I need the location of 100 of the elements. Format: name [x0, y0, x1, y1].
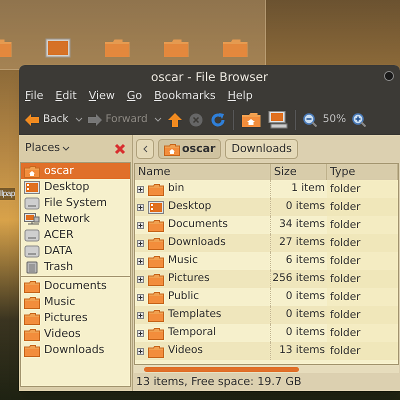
home-folder-icon	[24, 164, 40, 178]
home-folder-icon[interactable]	[240, 112, 261, 128]
zoom-out-icon[interactable]	[302, 113, 317, 127]
dropdown-caret-icon	[62, 146, 70, 152]
file-size: 1 item	[290, 181, 326, 196]
file-name: Desktop	[168, 199, 212, 214]
sidebar-item[interactable]: DATA	[21, 243, 130, 259]
dropdown-caret-icon	[154, 117, 162, 123]
file-name: Templates	[168, 307, 222, 322]
folder-icon	[148, 182, 164, 196]
file-size: 27 items	[278, 235, 326, 250]
close-icon[interactable]	[384, 71, 394, 81]
network-icon	[24, 212, 40, 226]
file-type: folder	[327, 324, 398, 342]
dropdown-caret-icon	[74, 117, 82, 123]
drive-icon	[24, 228, 40, 242]
folder-icon	[148, 272, 164, 286]
menu-item[interactable]: Go	[126, 88, 142, 105]
sidebar-item[interactable]: Trash	[21, 259, 130, 275]
file-size: 13 items	[278, 343, 326, 358]
sidebar-item[interactable]: ACER	[21, 227, 130, 243]
expander-icon[interactable]	[137, 204, 144, 210]
file-name: Documents	[168, 217, 228, 232]
sidebar-item[interactable]: Music	[21, 294, 130, 310]
file-size: 6 items	[284, 253, 326, 268]
folder-icon	[24, 296, 40, 308]
sidebar-item[interactable]: Documents	[21, 278, 130, 294]
folder-icon	[148, 254, 164, 268]
file-name: Downloads	[168, 235, 226, 250]
left-chevron-icon	[142, 145, 148, 153]
close-icon[interactable]	[114, 142, 126, 154]
path-button[interactable]: Downloads	[225, 139, 298, 159]
zoom-in-icon[interactable]	[352, 113, 366, 127]
expander-icon[interactable]	[137, 330, 144, 336]
folder-icon	[148, 308, 164, 322]
file-size: 0 items	[284, 325, 326, 340]
folder-icon	[222, 38, 248, 58]
folder-icon	[148, 218, 164, 232]
file-name: Pictures	[168, 271, 210, 286]
zoom-level: 50%	[322, 112, 348, 128]
expander-icon[interactable]	[137, 294, 144, 300]
home-folder-icon	[164, 142, 180, 156]
folder-icon	[163, 38, 189, 58]
file-size: 0 items	[284, 199, 326, 214]
back-arrow-icon	[25, 114, 39, 126]
file-name: Temporal	[168, 325, 216, 340]
file-size: 0 items	[284, 307, 326, 322]
folder-icon	[24, 280, 40, 292]
drive-icon	[24, 244, 40, 258]
path-button[interactable]: oscar	[158, 139, 222, 159]
horizontal-scrollbar[interactable]	[134, 365, 399, 373]
expander-icon[interactable]	[137, 312, 144, 318]
desktop-icon	[45, 38, 71, 58]
file-name: Videos	[168, 343, 203, 358]
sidebar-item[interactable]: Videos	[21, 326, 130, 342]
reload-icon[interactable]	[210, 112, 226, 128]
menu-item[interactable]: Edit	[55, 88, 77, 105]
desktop-icon	[24, 180, 40, 194]
computer-icon[interactable]	[268, 111, 288, 129]
folder-icon	[24, 344, 40, 356]
sidebar-item[interactable]: Pictures	[21, 310, 130, 326]
file-type: folder	[327, 216, 398, 234]
drive-icon	[24, 196, 40, 210]
folder-icon	[24, 312, 40, 324]
expander-icon[interactable]	[137, 240, 144, 246]
scrollbar-thumb[interactable]	[144, 366, 299, 372]
file-name: Public	[168, 289, 200, 304]
sidebar-item[interactable]: File System	[21, 195, 130, 211]
file-size: 0 items	[284, 289, 326, 304]
sidebar-title[interactable]: Places	[25, 140, 60, 157]
expander-icon[interactable]	[137, 276, 144, 282]
trash-icon	[24, 260, 40, 274]
expander-icon[interactable]	[137, 348, 144, 354]
folder-icon	[148, 326, 164, 340]
menu-item[interactable]: View	[88, 88, 115, 105]
menu-item[interactable]: Bookmarks	[154, 88, 216, 105]
file-size: 256 items	[271, 271, 326, 286]
path-back-button[interactable]	[136, 139, 154, 159]
sidebar-item[interactable]: Downloads	[21, 342, 130, 358]
folder-icon	[148, 344, 164, 358]
up-arrow-icon[interactable]	[168, 113, 182, 127]
folder-icon	[104, 38, 130, 58]
expander-icon[interactable]	[137, 258, 144, 264]
window-title: oscar - File Browser	[151, 68, 268, 86]
sidebar-item[interactable]: Network	[21, 211, 130, 227]
back-button[interactable]: Back	[23, 108, 84, 132]
expander-icon[interactable]	[137, 186, 144, 192]
file-name: Music	[168, 253, 198, 268]
folder-icon	[24, 328, 40, 340]
file-size: 34 items	[278, 217, 326, 232]
file-type: folder	[327, 180, 398, 198]
forward-arrow-icon	[88, 114, 102, 126]
menu-item[interactable]: Help	[228, 88, 253, 105]
folder-icon	[148, 236, 164, 250]
expander-icon[interactable]	[137, 222, 144, 228]
file-name: bin	[168, 181, 184, 196]
status-bar-text: 13 items, Free space: 19.7 GB	[136, 374, 302, 390]
folder-icon	[148, 290, 164, 304]
menu-item[interactable]: File	[25, 88, 44, 105]
sidebar-item[interactable]: Desktop	[21, 179, 130, 195]
